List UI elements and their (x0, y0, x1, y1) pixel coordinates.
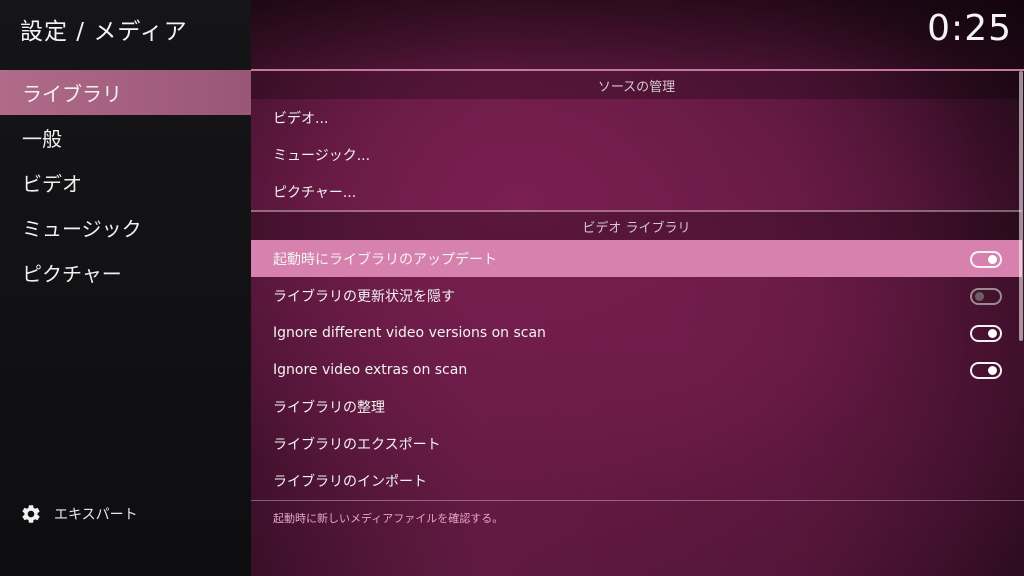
toggle-knob (988, 255, 997, 264)
toggle-knob (988, 366, 997, 375)
row-label: ライブラリのエクスポート (273, 436, 441, 453)
sidebar-item-label: 一般 (22, 127, 62, 151)
ignore-extras-toggle[interactable] (970, 362, 1002, 379)
sidebar-item-label: ライブラリ (22, 82, 122, 106)
row-label: Ignore different video versions on scan (273, 324, 546, 341)
update-on-startup-toggle[interactable] (970, 251, 1002, 268)
toggle-knob (988, 329, 997, 338)
sidebar-item-general[interactable]: 一般 (0, 115, 251, 160)
sidebar-item-video[interactable]: ビデオ (0, 160, 251, 205)
hide-progress-row[interactable]: ライブラリの更新状況を隠す (251, 277, 1022, 314)
expert-level-button[interactable]: エキスパート (20, 503, 138, 525)
row-label: ミュージック... (273, 147, 371, 164)
source-music-row[interactable]: ミュージック... (251, 136, 1022, 173)
hide-progress-toggle[interactable] (970, 288, 1002, 305)
sidebar-item-library[interactable]: ライブラリ (0, 70, 251, 115)
row-label: Ignore video extras on scan (273, 361, 468, 378)
settings-panel: ソースの管理 ビデオ... ミュージック... ピクチャー... ビデオ ライブ… (251, 71, 1022, 499)
sidebar-item-music[interactable]: ミュージック (0, 205, 251, 250)
source-pictures-row[interactable]: ピクチャー... (251, 173, 1022, 210)
section-header-sources: ソースの管理 (251, 71, 1022, 99)
section-header-video-library: ビデオ ライブラリ (251, 212, 1022, 240)
page-title: 設定 / メディア (20, 19, 188, 45)
row-label: ビデオ... (273, 110, 329, 127)
setting-description: 起動時に新しいメディアファイルを確認する。 (273, 512, 504, 525)
row-label: 起動時にライブラリのアップデート (273, 251, 497, 268)
sidebar: ライブラリ 一般 ビデオ ミュージック ピクチャー (0, 70, 251, 295)
expert-label: エキスパート (54, 507, 138, 523)
sidebar-item-label: ミュージック (22, 217, 142, 241)
content-top-shade (251, 0, 1024, 70)
sidebar-item-label: ビデオ (22, 172, 82, 196)
scrollbar[interactable] (1019, 71, 1023, 341)
sidebar-item-pictures[interactable]: ピクチャー (0, 250, 251, 295)
ignore-versions-row[interactable]: Ignore different video versions on scan (251, 314, 1022, 351)
ignore-versions-toggle[interactable] (970, 325, 1002, 342)
settings-media-screen: 設定 / メディア 0:25 ライブラリ 一般 ビデオ ミュージック ピクチャー… (0, 0, 1024, 576)
row-label: ライブラリの更新状況を隠す (273, 288, 455, 305)
sidebar-item-label: ピクチャー (22, 262, 122, 286)
footer-divider (251, 500, 1024, 501)
export-library-row[interactable]: ライブラリのエクスポート (251, 425, 1022, 462)
toggle-knob (975, 292, 984, 301)
ignore-extras-row[interactable]: Ignore video extras on scan (251, 351, 1022, 388)
row-label: ピクチャー... (273, 184, 357, 201)
clean-library-row[interactable]: ライブラリの整理 (251, 388, 1022, 425)
row-label: ライブラリの整理 (273, 399, 385, 416)
gear-icon (22, 505, 40, 523)
row-label: ライブラリのインポート (273, 473, 427, 490)
clock: 0:25 (927, 8, 1012, 49)
import-library-row[interactable]: ライブラリのインポート (251, 462, 1022, 499)
source-video-row[interactable]: ビデオ... (251, 99, 1022, 136)
update-on-startup-row[interactable]: 起動時にライブラリのアップデート (251, 240, 1022, 277)
